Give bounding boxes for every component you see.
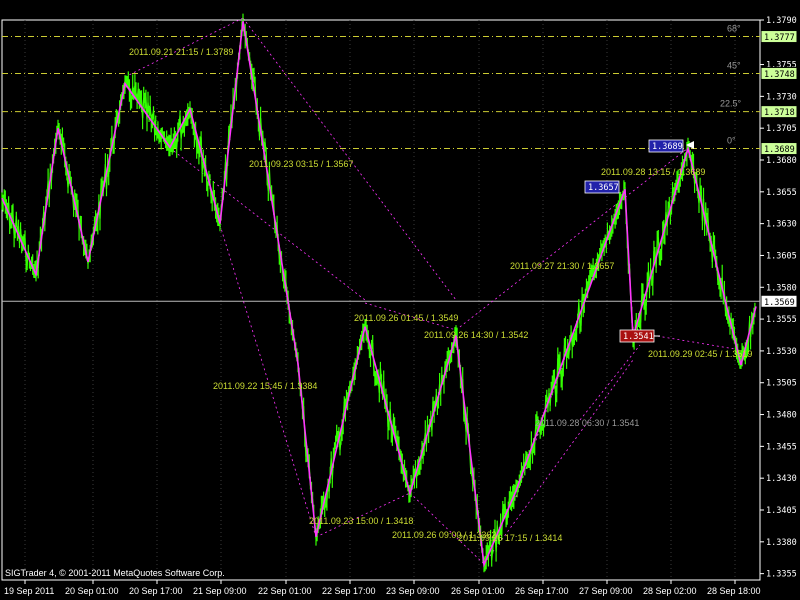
- level-lines-layer: 68° 45° 22.5° 0°: [2, 24, 760, 302]
- level-price-text: 1.3718: [764, 108, 795, 118]
- x-tick-label: 22 Sep 17:00: [322, 586, 376, 596]
- swing-annotation: 2011.09.28 06:30 / 1.3541: [535, 418, 639, 428]
- x-tick-label: 21 Sep 09:00: [193, 586, 247, 596]
- channel-line: [409, 492, 485, 565]
- y-tick-label: 1.3580: [766, 283, 797, 293]
- y-tick-label: 1.3680: [766, 156, 797, 166]
- y-tick-label: 1.3405: [766, 506, 797, 516]
- swing-annotation: 2011.09.26 14:30 / 1.3542: [424, 330, 528, 340]
- y-tick-label: 1.3505: [766, 379, 797, 389]
- chart-window[interactable]: 68° 45° 22.5° 0° 2011.09.21 21:15 / 1.3789 2…: [0, 0, 800, 600]
- swing-annotation: 2011.09.28 13:15 / 1.3689: [601, 167, 705, 177]
- swing-annotation: 2011.09.27 21:30 / 1.3657: [510, 261, 614, 271]
- price-tag-text: 1.3689: [652, 142, 683, 152]
- x-tick-label: 28 Sep 02:00: [643, 586, 697, 596]
- y-tick-label: 1.3480: [766, 411, 797, 421]
- swing-annotation: 2011.09.29 02:45 / 1.3519: [648, 349, 752, 359]
- channel-line: [579, 344, 641, 421]
- level-angle-label: 22.5°: [720, 99, 742, 109]
- y-tick-label: 1.3380: [766, 538, 797, 548]
- y-tick-label: 1.3730: [766, 92, 797, 102]
- swing-annotation: 2011.09.22 15:45 / 1.3384: [213, 381, 317, 391]
- x-tick-label: 26 Sep 01:00: [451, 586, 505, 596]
- price-tag-text: 1.3657: [588, 183, 619, 193]
- swing-annotation: 2011.09.26 01:45 / 1.3549: [354, 313, 458, 323]
- y-tick-label: 1.3530: [766, 347, 797, 357]
- y-tick-label: 1.3655: [766, 188, 797, 198]
- y-tick-label: 1.3355: [766, 570, 797, 580]
- level-angle-label: 68°: [727, 24, 741, 34]
- y-tick-label: 1.3605: [766, 251, 797, 261]
- swing-annotation: 2011.09.26 17:15 / 1.3414: [458, 533, 562, 543]
- x-tick-label: 20 Sep 17:00: [129, 586, 183, 596]
- current-price-text: 1.3569: [764, 298, 795, 308]
- level-angle-label: 0°: [727, 136, 736, 146]
- x-tick-label: 20 Sep 01:00: [65, 586, 119, 596]
- x-tick-label: 28 Sep 18:00: [707, 586, 761, 596]
- swing-annotation: 2011.09.23 15:00 / 1.3418: [309, 516, 413, 526]
- y-tick-label: 1.3790: [766, 16, 797, 26]
- annotation-layer: 2011.09.21 21:15 / 1.3789 2011.09.23 03:1…: [129, 47, 752, 543]
- y-tick-label: 1.3555: [766, 315, 797, 325]
- price-chart[interactable]: 68°45°22.5°0° 2011.09.21 21:15 / 1.37892…: [0, 0, 800, 600]
- y-tick-label: 1.3630: [766, 220, 797, 230]
- swing-annotation: 2011.09.23 03:15 / 1.3567: [249, 159, 353, 169]
- x-tick-label: 23 Sep 09:00: [386, 586, 440, 596]
- x-tick-label: 26 Sep 17:00: [515, 586, 569, 596]
- x-tick-label: 19 Sep 2011: [4, 586, 54, 596]
- channel-lines-layer: [124, 17, 742, 565]
- level-price-text: 1.3689: [764, 145, 795, 155]
- copyright-label: SIGTrader 4, © 2001-2011 MetaQuotes Soft…: [5, 568, 225, 578]
- level-price-text: 1.3748: [764, 70, 795, 80]
- axis-layer: 19 Sep 2011 20 Sep 01:00 20 Sep 17:00 21 Se…: [4, 16, 798, 596]
- level-price-text: 1.3777: [764, 33, 795, 43]
- y-tick-label: 1.3705: [766, 124, 797, 134]
- price-bars: [1, 13, 756, 573]
- price-tag-text: 1.3541: [623, 332, 654, 342]
- swing-annotation: 2011.09.21 21:15 / 1.3789: [129, 47, 233, 57]
- y-tick-label: 1.3430: [766, 474, 797, 484]
- price-series-layer: [1, 13, 756, 573]
- x-tick-label: 22 Sep 01:00: [258, 586, 312, 596]
- y-tick-label: 1.3455: [766, 442, 797, 452]
- level-angle-label: 45°: [727, 60, 741, 70]
- x-tick-label: 27 Sep 09:00: [579, 586, 633, 596]
